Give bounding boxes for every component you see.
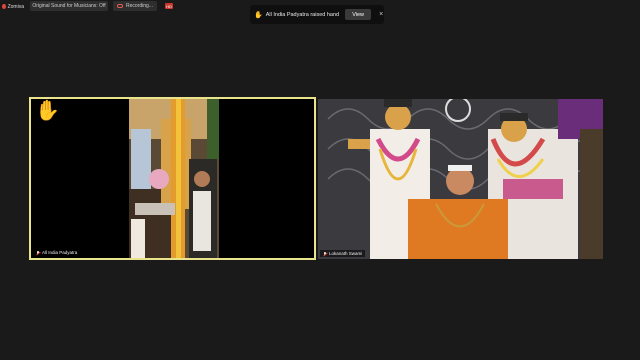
video-tile-lokanath-swami[interactable]: Lokanath Swami xyxy=(318,99,603,259)
notification-message: All India Padyatra raised hand xyxy=(265,11,340,18)
mic-muted-icon xyxy=(323,251,327,256)
close-icon[interactable]: × xyxy=(379,11,383,18)
participant-video-feed xyxy=(31,99,314,258)
participant-name-tag: All India Padyatra xyxy=(33,249,81,256)
hd-badge-label: HD xyxy=(166,3,172,9)
hd-badge: HD xyxy=(165,3,173,9)
cloud-icon xyxy=(117,4,123,8)
recording-indicator-label: Zomiva xyxy=(7,3,24,10)
cloud-recording-label: Recording... xyxy=(126,3,153,9)
participant-name: All India Padyatra xyxy=(42,250,78,255)
raised-hand-icon: ✋ xyxy=(254,11,263,19)
participant-name: Lokanath Swami xyxy=(329,251,363,256)
mic-muted-icon xyxy=(36,250,40,255)
video-tile-all-india-padyatra[interactable]: ✋ All India Padyatra xyxy=(29,97,316,260)
view-button-label: View xyxy=(352,11,365,18)
view-button[interactable]: View xyxy=(345,9,372,20)
participant-name-tag: Lokanath Swami xyxy=(320,250,366,257)
cloud-recording-button[interactable]: Recording... xyxy=(113,1,157,11)
recording-indicator[interactable]: Zomiva xyxy=(2,2,24,11)
raised-hand-notification: ✋ All India Padyatra raised hand View × xyxy=(250,5,384,24)
original-sound-button[interactable]: Original Sound for Musicians: Off xyxy=(30,1,108,11)
participant-video-feed xyxy=(318,99,603,259)
raised-hand-icon: ✋ xyxy=(35,100,60,122)
record-dot-icon xyxy=(2,4,6,9)
original-sound-label: Original Sound for Musicians: Off xyxy=(32,3,106,9)
